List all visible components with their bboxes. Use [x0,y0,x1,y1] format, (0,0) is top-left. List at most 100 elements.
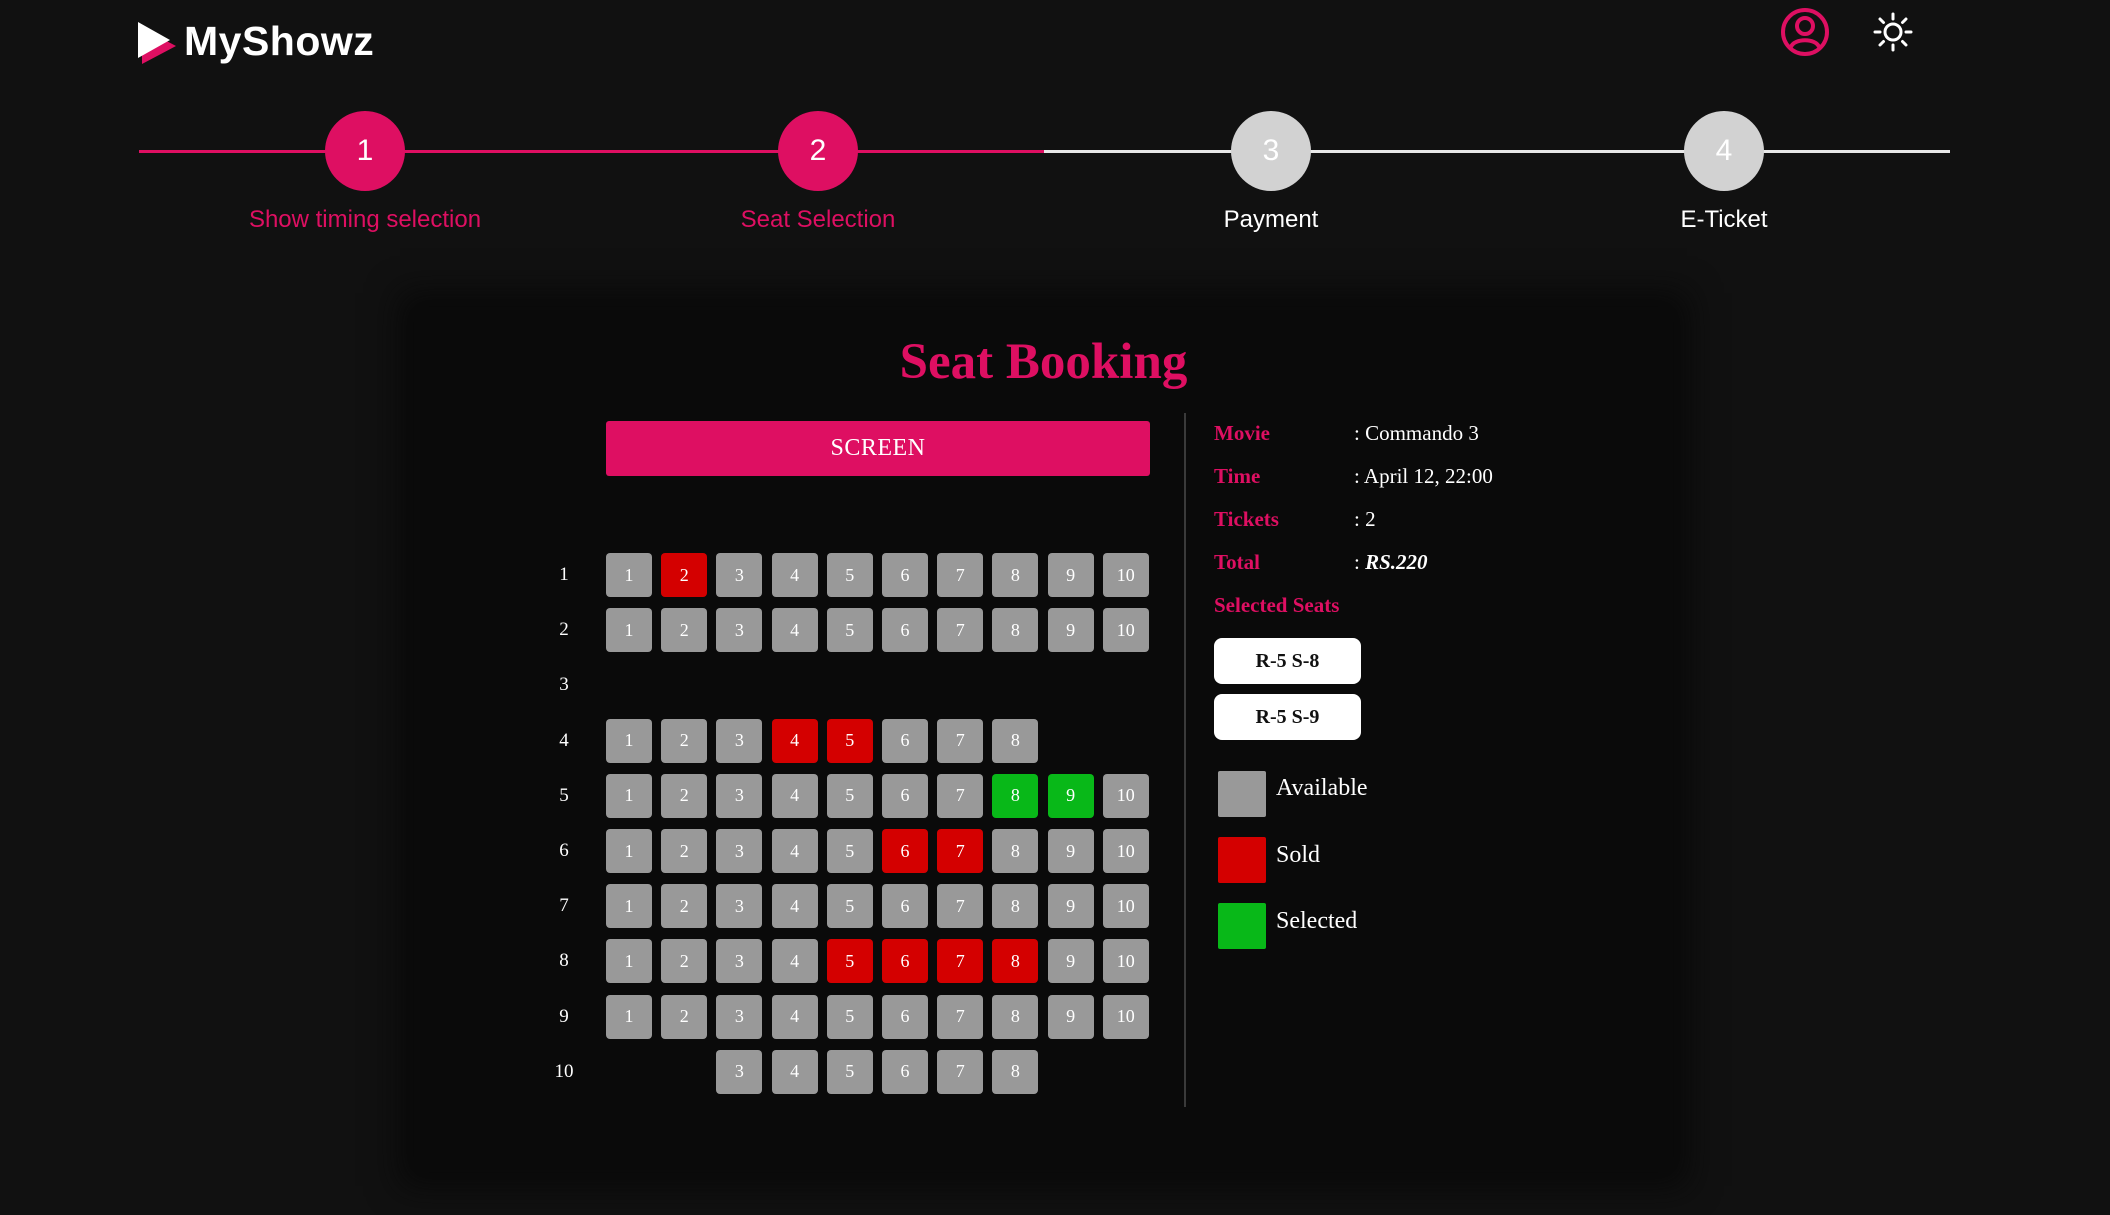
row-label: 3 [559,674,569,696]
seat-available[interactable]: 6 [882,1049,928,1094]
logo[interactable]: MyShowz [138,18,374,65]
seat-available[interactable]: 4 [771,608,818,653]
seat-available[interactable]: 8 [992,718,1039,763]
seat-available[interactable]: 1 [606,829,652,873]
seat-available[interactable]: 2 [661,608,708,653]
seat-available[interactable]: 1 [606,884,652,929]
seat-available[interactable]: 2 [661,994,708,1039]
seat-available[interactable]: 1 [606,939,652,984]
seat-available[interactable]: 2 [661,829,708,873]
seat-available[interactable]: 4 [771,939,818,984]
seat-available[interactable]: 3 [716,884,763,929]
legend-sold-label: Sold [1276,842,1321,868]
seat-available[interactable]: 7 [937,718,984,763]
row-label: 9 [559,1005,569,1027]
legend-selected-label: Selected [1276,908,1358,934]
seat-available[interactable]: 4 [771,1049,818,1094]
seat-available[interactable]: 7 [937,994,984,1039]
seat-available[interactable]: 6 [882,884,928,929]
page-title: Seat Booking [899,334,1188,390]
seat-available[interactable]: 7 [937,1049,984,1094]
seat-available[interactable]: 1 [606,773,652,818]
seat-available[interactable]: 5 [826,553,873,597]
seat-sold: 7 [937,939,984,984]
seat-available[interactable]: 6 [882,994,928,1039]
seat-selected[interactable]: 9 [1047,773,1094,818]
seat-available[interactable]: 4 [771,553,818,597]
seat-available[interactable]: 8 [992,884,1039,929]
seat-available[interactable]: 9 [1047,884,1094,929]
row-label: 10 [554,1060,574,1082]
selected-seat-chip[interactable]: R-5 S-9 [1214,694,1361,740]
seat-available[interactable]: 8 [992,1049,1039,1094]
seat-available[interactable]: 10 [1102,829,1149,873]
seat-available[interactable]: 4 [771,884,818,929]
seat-available[interactable]: 1 [606,718,652,763]
total-prefix: : [1354,550,1366,574]
row-label: 6 [559,840,569,861]
seat-available[interactable]: 1 [606,994,652,1039]
seat-available[interactable]: 8 [992,994,1039,1039]
seat-available[interactable]: 3 [716,553,763,597]
seat-available[interactable]: 3 [716,608,763,653]
seat-available[interactable]: 4 [771,829,818,873]
seat-available[interactable]: 10 [1102,994,1149,1039]
sun-icon[interactable] [1873,12,1913,52]
seat-available[interactable]: 6 [882,773,928,818]
seat-available[interactable]: 3 [716,994,763,1039]
seat-available[interactable]: 2 [661,939,708,984]
seat-available[interactable]: 6 [882,553,928,597]
row-label: 7 [559,895,569,917]
seat-available[interactable]: 9 [1047,829,1094,873]
movie-value: : Commando 3 [1354,421,1479,445]
seat-available[interactable]: 4 [771,994,818,1039]
user-circle-icon[interactable] [1780,7,1830,57]
seat-available[interactable]: 10 [1102,608,1149,653]
step-2-circle: 2 [778,111,858,191]
seat-selected[interactable]: 8 [992,773,1039,818]
seat-available[interactable]: 2 [661,773,708,818]
seat-available[interactable]: 5 [826,1049,873,1094]
seat-available[interactable]: 10 [1102,773,1149,818]
seat-sold: 5 [826,718,873,763]
selected-seat-chip[interactable]: R-5 S-8 [1214,638,1361,684]
seat-available[interactable]: 8 [992,829,1039,873]
seat-available[interactable]: 5 [826,884,873,929]
seat-available[interactable]: 7 [937,884,984,929]
seat-available[interactable]: 2 [661,718,708,763]
step-4-label: E-Ticket [1680,206,1768,233]
seat-available[interactable]: 1 [606,553,652,597]
seat-available[interactable]: 10 [1102,553,1149,597]
seat-available[interactable]: 9 [1047,553,1094,597]
seat-available[interactable]: 5 [826,773,873,818]
seat-available[interactable]: 10 [1102,884,1149,929]
step-1-label: Show timing selection [248,206,482,233]
movie-label: Movie [1214,421,1270,445]
seat-available[interactable]: 3 [716,1049,763,1094]
seat-available[interactable]: 8 [992,608,1039,653]
seat-available[interactable]: 7 [937,773,984,818]
step-3-circle: 3 [1231,111,1311,191]
seat-available[interactable]: 10 [1102,939,1149,984]
seat-available[interactable]: 5 [826,829,873,873]
seat-available[interactable]: 5 [826,608,873,653]
seat-sold: 4 [771,718,818,763]
seat-available[interactable]: 7 [937,608,984,653]
seat-available[interactable]: 3 [716,939,763,984]
seat-available[interactable]: 9 [1047,939,1094,984]
seat-available[interactable]: 3 [716,773,763,818]
seat-available[interactable]: 2 [661,884,708,929]
seat-available[interactable]: 3 [716,829,763,873]
seat-available[interactable]: 3 [716,718,763,763]
seat-available[interactable]: 5 [826,994,873,1039]
seat-available[interactable]: 9 [1047,994,1094,1039]
seat-available[interactable]: 6 [882,608,928,653]
seat-available[interactable]: 7 [937,553,984,597]
seat-available[interactable]: 9 [1047,608,1094,653]
time-label: Time [1214,464,1261,488]
seat-available[interactable]: 4 [771,773,818,818]
seat-available[interactable]: 1 [606,608,652,653]
seat-available[interactable]: 8 [992,553,1039,597]
seat-sold: 5 [826,939,873,984]
seat-available[interactable]: 6 [882,718,928,763]
